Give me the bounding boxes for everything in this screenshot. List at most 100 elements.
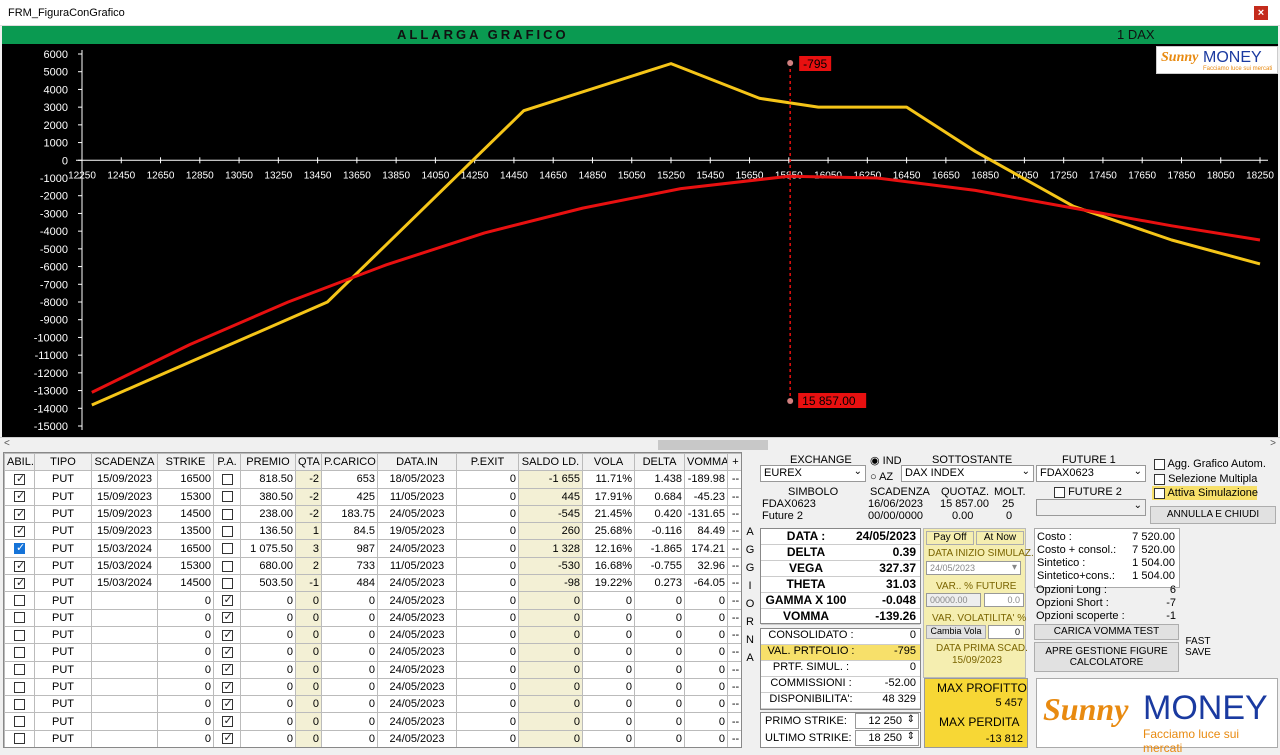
payoff-button[interactable]: Pay Off	[926, 531, 974, 545]
col-header-11[interactable]: VOLA	[582, 453, 635, 472]
col-header-1[interactable]: TIPO	[34, 453, 92, 472]
data-inizio-field[interactable]: 24/05/2023 ▾	[926, 561, 1021, 575]
cell-btn[interactable]: --	[727, 643, 741, 662]
abil-checkbox[interactable]	[14, 595, 25, 607]
table-row[interactable]: PUT000024/05/202300000--	[4, 677, 741, 697]
cell-btn[interactable]: --	[727, 660, 741, 679]
abil-checkbox[interactable]	[14, 507, 25, 520]
table-row[interactable]: PUT15/09/202316500 818.50-265318/05/20230…	[4, 470, 741, 489]
abil-checkbox[interactable]	[14, 629, 25, 641]
pa-checkbox[interactable]	[221, 714, 233, 728]
carica-vomma-button[interactable]: CARICA VOMMA TEST	[1034, 624, 1179, 640]
future2-checkbox[interactable]: FUTURE 2	[1054, 486, 1122, 498]
col-header-9[interactable]: P.EXIT	[456, 453, 519, 472]
cell-btn[interactable]: --	[727, 556, 741, 576]
table-row[interactable]: PUT15/09/202313500 136.50184.519/05/20230…	[4, 522, 741, 541]
pa-checkbox[interactable]	[221, 525, 233, 537]
var-future-field-b[interactable]: 0.0	[984, 593, 1024, 607]
allarga-grafico-button[interactable]: ALLARGA GRAFICO	[397, 27, 569, 42]
col-header-12[interactable]: DELTA	[634, 453, 685, 472]
abil-checkbox[interactable]	[14, 647, 25, 658]
table-row[interactable]: PUT000024/05/202300000--	[4, 712, 741, 731]
pa-checkbox[interactable]	[221, 577, 233, 589]
future1-select[interactable]: FDAX0623 ⌄	[1036, 465, 1146, 482]
table-row[interactable]: PUT000024/05/202300000--	[4, 660, 741, 679]
col-header-5[interactable]: PREMIO	[240, 453, 296, 472]
cell-btn[interactable]: --	[727, 695, 741, 714]
apre-gestione-button[interactable]: APRE GESTIONE FIGURE CALCOLATORE	[1034, 642, 1179, 672]
pa-checkbox[interactable]	[221, 543, 233, 555]
pa-checkbox[interactable]	[221, 610, 233, 624]
col-header-14[interactable]: +	[727, 453, 741, 472]
horizontal-scrollbar[interactable]: < >	[0, 437, 1280, 451]
cell-btn[interactable]: --	[727, 712, 741, 731]
pa-checkbox[interactable]	[221, 731, 233, 745]
sottostante-select[interactable]: DAX INDEX ⌄	[901, 465, 1034, 482]
cell-btn[interactable]: --	[727, 522, 741, 541]
table-row[interactable]: PUT15/03/202415300680.00273311/05/20230-…	[4, 556, 741, 576]
aggiorna-button[interactable]: AGGIORNA	[742, 526, 758, 748]
cambia-vola-field[interactable]: 0	[988, 625, 1024, 639]
ind-radio[interactable]: ◉ IND	[870, 454, 902, 467]
close-button[interactable]: ×	[1254, 6, 1268, 20]
table-row[interactable]: PUT000024/05/202300000--	[4, 729, 741, 747]
abil-checkbox[interactable]	[14, 681, 25, 693]
col-header-10[interactable]: SALDO LD.	[518, 453, 583, 472]
table-row[interactable]: PUT15/09/202314500 238.00-2183.7524/05/20…	[4, 504, 741, 524]
col-header-2[interactable]: SCADENZA	[91, 453, 158, 472]
fast-save-button[interactable]: FAST SAVE	[1180, 624, 1216, 674]
cell-btn[interactable]: --	[727, 574, 741, 593]
pa-checkbox[interactable]	[221, 662, 233, 676]
az-radio[interactable]: ○ AZ	[870, 471, 893, 483]
var-future-field-a[interactable]: 00000.00	[926, 593, 981, 607]
table-row[interactable]: PUT000024/05/202300000--	[4, 591, 741, 610]
agg-grafico-checkbox[interactable]: Agg. Grafico Autom.	[1154, 458, 1266, 470]
pa-checkbox[interactable]	[221, 491, 233, 503]
abil-checkbox[interactable]	[14, 576, 25, 589]
cell-btn[interactable]: --	[727, 625, 741, 645]
col-header-7[interactable]: P.CARICO	[321, 453, 378, 472]
table-row[interactable]: PUT15/03/202414500503.50-148424/05/20230…	[4, 574, 741, 593]
attiva-simulazione-checkbox[interactable]: Attiva Simulazione	[1152, 486, 1258, 500]
abil-checkbox[interactable]	[14, 559, 25, 572]
primo-strike-stepper[interactable]: 12 250 ⇕	[855, 713, 919, 729]
annulla-chiudi-button[interactable]: ANNULLA E CHIUDI	[1150, 506, 1276, 524]
atnow-button[interactable]: At Now	[976, 531, 1024, 545]
selezione-multipla-checkbox[interactable]: Selezione Multipla	[1154, 473, 1257, 485]
table-row[interactable]: PUT000024/05/202300000--	[4, 625, 741, 645]
abil-checkbox[interactable]	[14, 698, 25, 710]
cell-btn[interactable]: --	[727, 591, 741, 610]
abil-checkbox[interactable]	[14, 664, 25, 676]
future2-select[interactable]: ⌄	[1036, 499, 1146, 516]
abil-checkbox[interactable]	[14, 733, 25, 745]
pa-checkbox[interactable]	[221, 508, 233, 520]
scroll-thumb[interactable]	[658, 440, 768, 450]
pa-checkbox[interactable]	[221, 593, 233, 607]
cell-btn[interactable]: --	[727, 729, 741, 747]
table-row[interactable]: PUT000024/05/202300000--	[4, 608, 741, 627]
col-header-8[interactable]: DATA.IN	[377, 453, 457, 472]
pa-checkbox[interactable]	[221, 474, 233, 486]
abil-checkbox[interactable]	[14, 716, 25, 728]
col-header-4[interactable]: P.A.	[213, 453, 241, 472]
ultimo-strike-stepper[interactable]: 18 250 ⇕	[855, 730, 919, 746]
table-row[interactable]: PUT000024/05/202300000--	[4, 643, 741, 662]
table-row[interactable]: PUT000024/05/202300000--	[4, 695, 741, 714]
abil-checkbox[interactable]	[14, 472, 25, 486]
scroll-right-icon[interactable]: >	[1270, 438, 1276, 449]
abil-checkbox[interactable]	[14, 489, 25, 503]
cell-btn[interactable]: --	[727, 608, 741, 627]
col-header-0[interactable]: ABIL.	[4, 453, 35, 472]
cell-btn[interactable]: --	[727, 677, 741, 697]
table-row[interactable]: PUT15/03/202416500 1 075.50398724/05/2023…	[4, 539, 741, 558]
pa-checkbox[interactable]	[221, 560, 233, 572]
cell-btn[interactable]: --	[727, 470, 741, 489]
pa-checkbox[interactable]	[221, 680, 233, 693]
exchange-select[interactable]: EUREX ⌄	[760, 465, 866, 482]
col-header-6[interactable]: QTA	[295, 453, 322, 472]
scroll-left-icon[interactable]: <	[4, 438, 10, 449]
cell-btn[interactable]: --	[727, 539, 741, 558]
cambia-vola-button[interactable]: Cambia Vola	[926, 625, 986, 639]
table-row[interactable]: PUT15/09/202315300380.50-242511/05/20230…	[4, 487, 741, 506]
abil-checkbox[interactable]	[14, 541, 25, 555]
